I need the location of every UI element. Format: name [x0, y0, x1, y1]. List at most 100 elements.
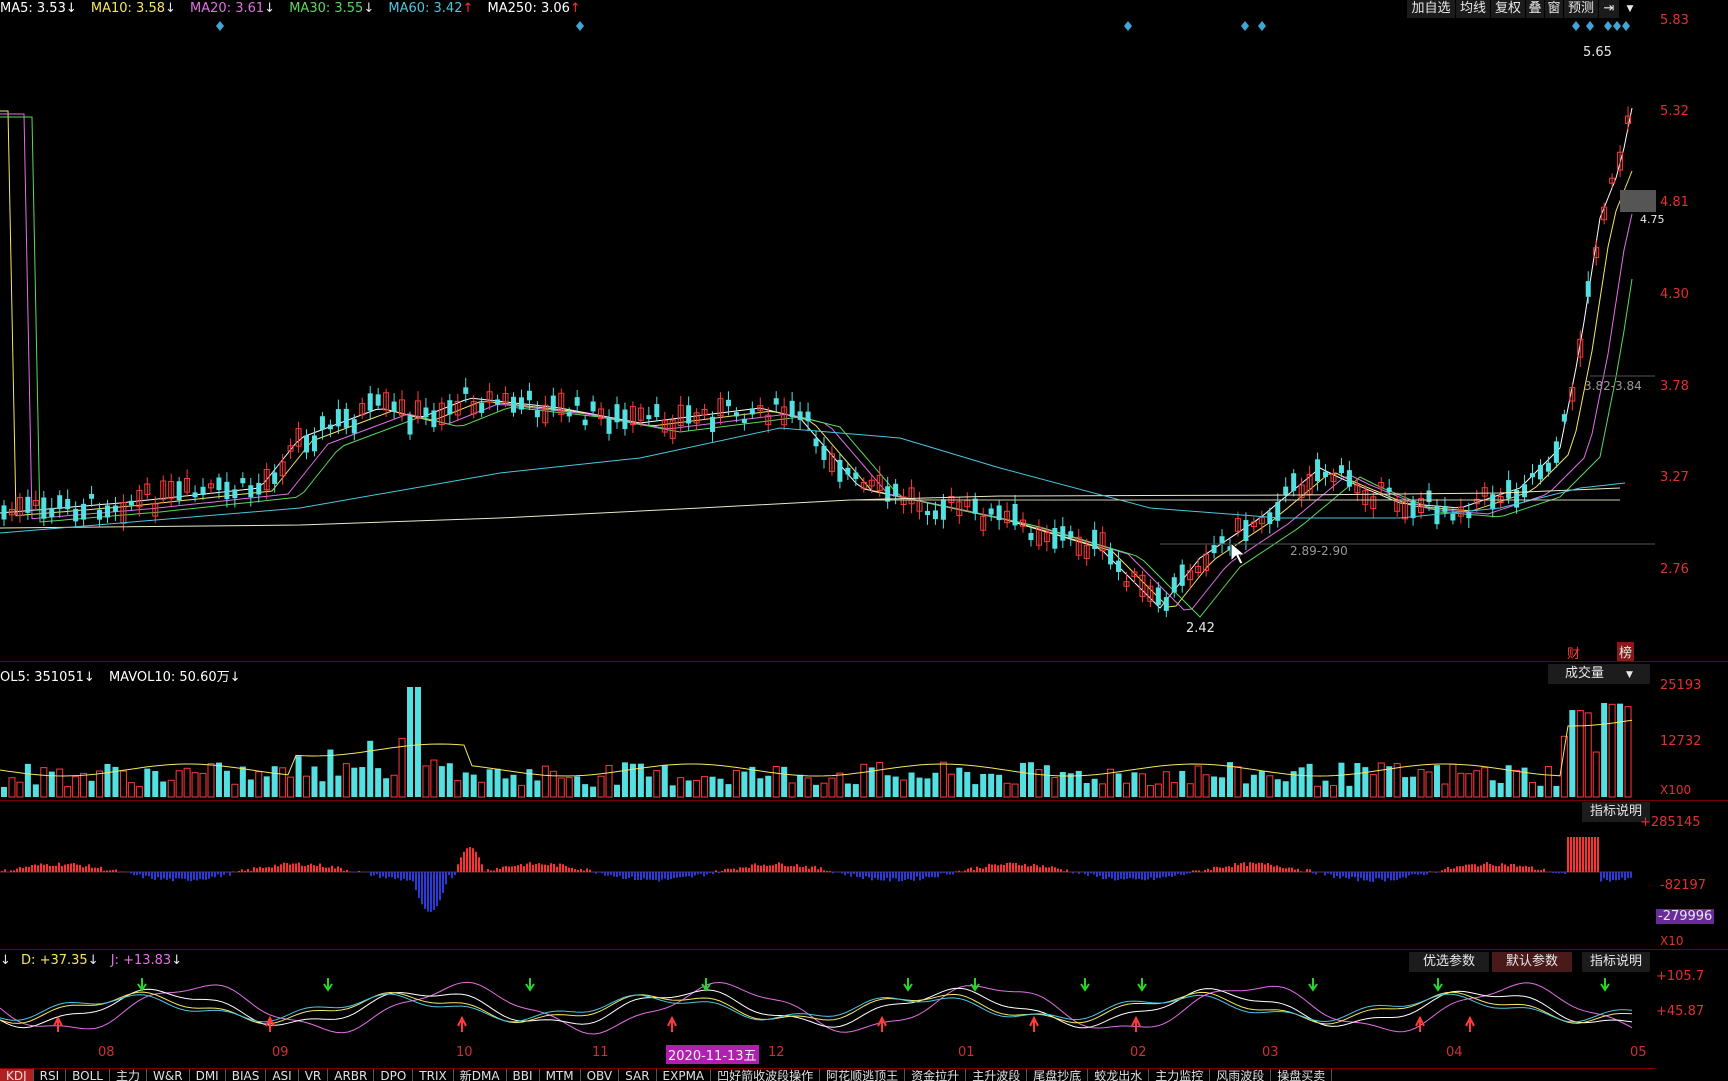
volume-bar — [613, 784, 620, 797]
indicator-tab-16[interactable]: SAR — [619, 1069, 657, 1081]
indicator-tab-5[interactable]: DMI — [189, 1069, 226, 1081]
volume-bar — [359, 767, 366, 797]
high-price-label: 5.65 — [1583, 45, 1612, 60]
overlay-button[interactable]: 叠 — [1526, 0, 1545, 18]
collapse-arrow-icon[interactable]: ⇥ — [1599, 0, 1620, 18]
indicator-tab-21[interactable]: 主升波段 — [966, 1069, 1028, 1081]
candle — [972, 498, 978, 514]
indicator-tab-0[interactable]: KDJ — [0, 1069, 34, 1081]
indicator-tab-12[interactable]: 新DMA — [453, 1069, 507, 1081]
candle — [431, 410, 437, 428]
indicator-tab-26[interactable]: 操盘买卖 — [1271, 1069, 1333, 1081]
indicator-tab-10[interactable]: DPO — [374, 1069, 414, 1081]
adjust-button[interactable]: 复权 — [1491, 0, 1526, 18]
pane-divider — [0, 949, 1728, 950]
volume-bar — [64, 786, 72, 798]
indicator-tab-23[interactable]: 蛟龙出水 — [1088, 1069, 1150, 1081]
kdj-chart[interactable] — [0, 970, 1655, 1040]
volume-bar — [1003, 782, 1011, 798]
indicator-tab-13[interactable]: BBI — [506, 1069, 540, 1081]
indicator-tab-24[interactable]: 主力监控 — [1149, 1069, 1211, 1081]
candle — [526, 390, 532, 401]
volume-bar — [1537, 785, 1544, 797]
volume-bar — [565, 777, 573, 798]
month-tick: 09 — [272, 1045, 289, 1060]
candle — [248, 485, 254, 498]
dropdown-arrow-icon[interactable]: ▼ — [1620, 0, 1641, 18]
candle — [1490, 494, 1496, 510]
ma-lines-button[interactable]: 均线 — [1456, 0, 1491, 18]
candle — [351, 419, 357, 434]
indicator-tab-20[interactable]: 资金拉升 — [905, 1069, 967, 1081]
indicator-tab-18[interactable]: 凹好箭收波段操作 — [711, 1069, 821, 1081]
volume-bar — [645, 776, 652, 797]
event-marker-icon — [1622, 21, 1630, 31]
indicator-tab-9[interactable]: ARBR — [328, 1069, 375, 1081]
indicator-tab-3[interactable]: 主力 — [110, 1069, 148, 1081]
volume-bar — [836, 772, 844, 798]
volume-bar — [964, 772, 971, 797]
candle — [335, 409, 341, 427]
range-label-high: 3.82-3.84 — [1584, 379, 1642, 393]
month-tick: 11 — [592, 1045, 609, 1060]
window-button[interactable]: 窗 — [1545, 0, 1564, 18]
kdj-help-button[interactable]: 指标说明 — [1582, 952, 1650, 972]
candle — [256, 482, 262, 495]
volume-bar — [160, 781, 167, 797]
mavol10-legend: MAVOL10: 50.60万↓ — [108, 670, 241, 685]
candle — [1338, 465, 1344, 474]
indicator-tab-2[interactable]: BOLL — [66, 1069, 110, 1081]
volume-bar — [1226, 762, 1233, 797]
month-tick: 02 — [1130, 1045, 1147, 1060]
volume-chart[interactable] — [0, 685, 1655, 800]
add-watchlist-button[interactable]: 加自选 — [1407, 0, 1456, 18]
indicator-tab-25[interactable]: 风雨波段 — [1210, 1069, 1272, 1081]
indicator-tab-4[interactable]: W&R — [147, 1069, 190, 1081]
volume-bar — [271, 766, 278, 797]
volume-bar — [40, 767, 48, 798]
price-tick: 3.27 — [1660, 470, 1689, 485]
volume-bar — [510, 774, 517, 797]
default-params-button[interactable]: 默认参数 — [1492, 952, 1572, 972]
forecast-button[interactable]: 预测 — [1564, 0, 1599, 18]
optimal-params-button[interactable]: 优选参数 — [1409, 952, 1489, 972]
indicator-tab-1[interactable]: RSI — [33, 1069, 67, 1081]
macd-chart[interactable] — [0, 805, 1655, 950]
volume-bar — [980, 773, 987, 797]
indicator-tab-22[interactable]: 尾盘抄底 — [1027, 1069, 1089, 1081]
ranking-badge[interactable]: 榜 — [1617, 642, 1635, 661]
candle — [1116, 560, 1122, 572]
price-tick: 5.32 — [1660, 104, 1689, 119]
indicator-tab-19[interactable]: 阿花顺逃顶王 — [820, 1069, 906, 1081]
candle — [710, 416, 716, 433]
price-chart[interactable] — [0, 18, 1655, 658]
indicator-tab-15[interactable]: OBV — [580, 1069, 620, 1081]
indicator-tab-14[interactable]: MTM — [539, 1069, 581, 1081]
volume-bar — [1338, 762, 1345, 797]
volume-bar — [1441, 783, 1449, 798]
price-tick: 3.78 — [1660, 379, 1689, 394]
volume-indicator-select[interactable]: 成交量 ▼ — [1548, 664, 1650, 684]
volume-bar — [1322, 780, 1329, 797]
indicator-tab-17[interactable]: EXPMA — [656, 1069, 712, 1081]
volume-bar — [454, 780, 462, 798]
candle — [845, 467, 851, 475]
indicator-tab-8[interactable]: VR — [298, 1069, 329, 1081]
volume-bar — [1091, 778, 1098, 797]
candle — [41, 497, 47, 519]
volume-bar — [1219, 777, 1226, 797]
volume-bar — [1529, 781, 1537, 798]
finance-badge[interactable]: 财 — [1567, 643, 1580, 662]
event-markers[interactable] — [0, 20, 1655, 34]
buy-signal-icon — [1415, 1015, 1425, 1032]
volume-bar — [685, 780, 692, 797]
sell-signal-icon — [323, 978, 333, 992]
candle — [327, 424, 333, 430]
candle — [1346, 470, 1352, 487]
volume-bar — [924, 778, 931, 797]
volume-bar — [757, 778, 764, 797]
indicator-tab-6[interactable]: BIAS — [225, 1069, 267, 1081]
indicator-tab-7[interactable]: ASI — [266, 1069, 299, 1081]
candle — [813, 438, 819, 447]
indicator-tab-11[interactable]: TRIX — [413, 1069, 454, 1081]
